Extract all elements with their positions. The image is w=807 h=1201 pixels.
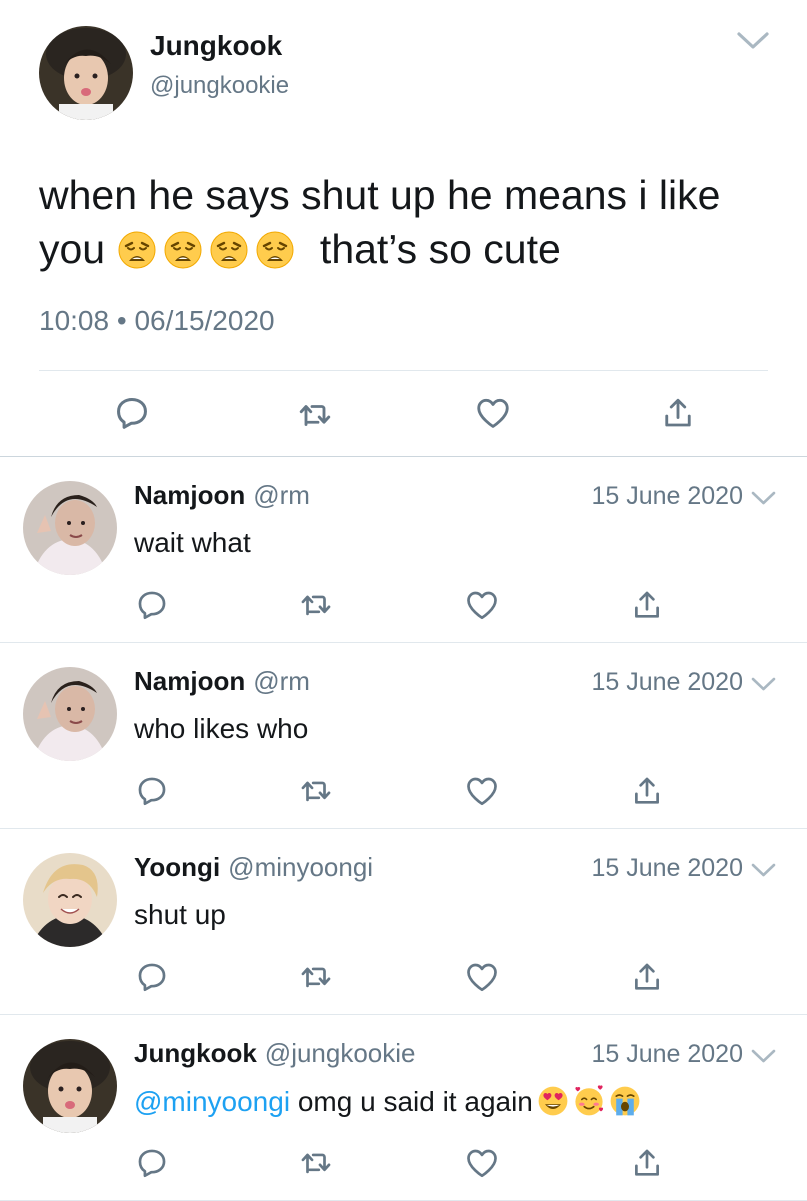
- tweet-date: 06/15/2020: [134, 305, 275, 336]
- reply-date[interactable]: 15 June 2020: [591, 1040, 743, 1069]
- reply-text-body: who likes who: [134, 713, 309, 744]
- reply-text: who likes who: [134, 713, 308, 745]
- retweet-icon[interactable]: [298, 587, 334, 621]
- namjoon-avatar[interactable]: [23, 481, 117, 575]
- author-handle: @rm: [253, 480, 310, 510]
- reply-text: wait what: [134, 527, 251, 559]
- tweet-text-tail: that’s so cute: [319, 226, 561, 272]
- chevron-down-icon[interactable]: [750, 675, 777, 693]
- reply-icon[interactable]: [135, 773, 169, 809]
- tweet-time: 10:08: [39, 305, 110, 336]
- reply-text: shut up: [134, 899, 226, 931]
- reply-text: @minyoongi omg u said it again: [134, 1085, 641, 1118]
- weary-face-emoji: [117, 229, 157, 269]
- author-handle: @minyoongi: [228, 852, 374, 882]
- reply-icon[interactable]: [113, 394, 151, 432]
- heart-eyes-face-emoji: [537, 1085, 569, 1117]
- tweet-timestamp[interactable]: 10:08 • 06/15/2020: [39, 305, 275, 337]
- emoji-group: [117, 226, 309, 272]
- chevron-down-icon[interactable]: [750, 861, 777, 879]
- author-name: Namjoon: [134, 666, 246, 696]
- retweet-icon[interactable]: [298, 1145, 334, 1179]
- divider: [39, 370, 768, 371]
- jungkook-avatar[interactable]: [39, 26, 133, 120]
- author-handle: @jungkookie: [264, 1038, 416, 1068]
- author-handle: @rm: [253, 666, 310, 696]
- author-name: Yoongi: [134, 852, 221, 882]
- reply-text-body: omg u said it again: [290, 1086, 533, 1117]
- like-icon[interactable]: [463, 959, 501, 995]
- mention-link[interactable]: @minyoongi: [134, 1086, 290, 1117]
- smiling-face-with-hearts-emoji: [573, 1085, 605, 1117]
- author-name: Jungkook: [134, 1038, 257, 1068]
- share-icon[interactable]: [630, 773, 664, 809]
- reply-date[interactable]: 15 June 2020: [591, 668, 743, 697]
- share-icon[interactable]: [630, 587, 664, 623]
- reply-text-body: shut up: [134, 899, 226, 930]
- reply-tweet[interactable]: Yoongi @minyoongi 15 June 2020 shut up: [0, 829, 807, 1015]
- reply-text-body: wait what: [134, 527, 251, 558]
- like-icon[interactable]: [463, 773, 501, 809]
- emoji-group: [533, 1085, 641, 1117]
- retweet-icon[interactable]: [298, 773, 334, 807]
- jungkook-avatar[interactable]: [23, 1039, 117, 1133]
- reply-tweet[interactable]: Namjoon @rm 15 June 2020 wait what: [0, 457, 807, 643]
- reply-author[interactable]: Yoongi @minyoongi: [134, 852, 373, 883]
- reply-date[interactable]: 15 June 2020: [591, 482, 743, 511]
- share-icon[interactable]: [630, 1145, 664, 1181]
- weary-face-emoji: [255, 229, 295, 269]
- tweet-text: when he says shut up he means i like you…: [39, 168, 779, 276]
- chevron-down-icon[interactable]: [750, 489, 777, 507]
- retweet-icon[interactable]: [298, 959, 334, 993]
- author-handle[interactable]: @jungkookie: [150, 72, 289, 100]
- reply-author[interactable]: Namjoon @rm: [134, 666, 310, 697]
- reply-tweet[interactable]: Namjoon @rm 15 June 2020 who likes who: [0, 643, 807, 829]
- reply-author[interactable]: Namjoon @rm: [134, 480, 310, 511]
- reply-date[interactable]: 15 June 2020: [591, 854, 743, 883]
- reply-author[interactable]: Jungkook @jungkookie: [134, 1038, 416, 1069]
- share-icon[interactable]: [660, 394, 696, 432]
- loudly-crying-face-emoji: [609, 1085, 641, 1117]
- like-icon[interactable]: [473, 394, 513, 432]
- author-name[interactable]: Jungkook: [150, 30, 282, 62]
- like-icon[interactable]: [463, 587, 501, 623]
- namjoon-avatar[interactable]: [23, 667, 117, 761]
- like-icon[interactable]: [463, 1145, 501, 1181]
- chevron-down-icon[interactable]: [734, 28, 772, 54]
- reply-tweet[interactable]: Jungkook @jungkookie 15 June 2020 @minyoong…: [0, 1015, 807, 1201]
- reply-icon[interactable]: [135, 959, 169, 995]
- weary-face-emoji: [163, 229, 203, 269]
- chevron-down-icon[interactable]: [750, 1047, 777, 1065]
- yoongi-avatar[interactable]: [23, 853, 117, 947]
- share-icon[interactable]: [630, 959, 664, 995]
- reply-icon[interactable]: [135, 1145, 169, 1181]
- meta-separator: •: [116, 305, 127, 336]
- retweet-icon[interactable]: [296, 396, 334, 432]
- reply-icon[interactable]: [135, 587, 169, 623]
- author-name: Namjoon: [134, 480, 246, 510]
- weary-face-emoji: [209, 229, 249, 269]
